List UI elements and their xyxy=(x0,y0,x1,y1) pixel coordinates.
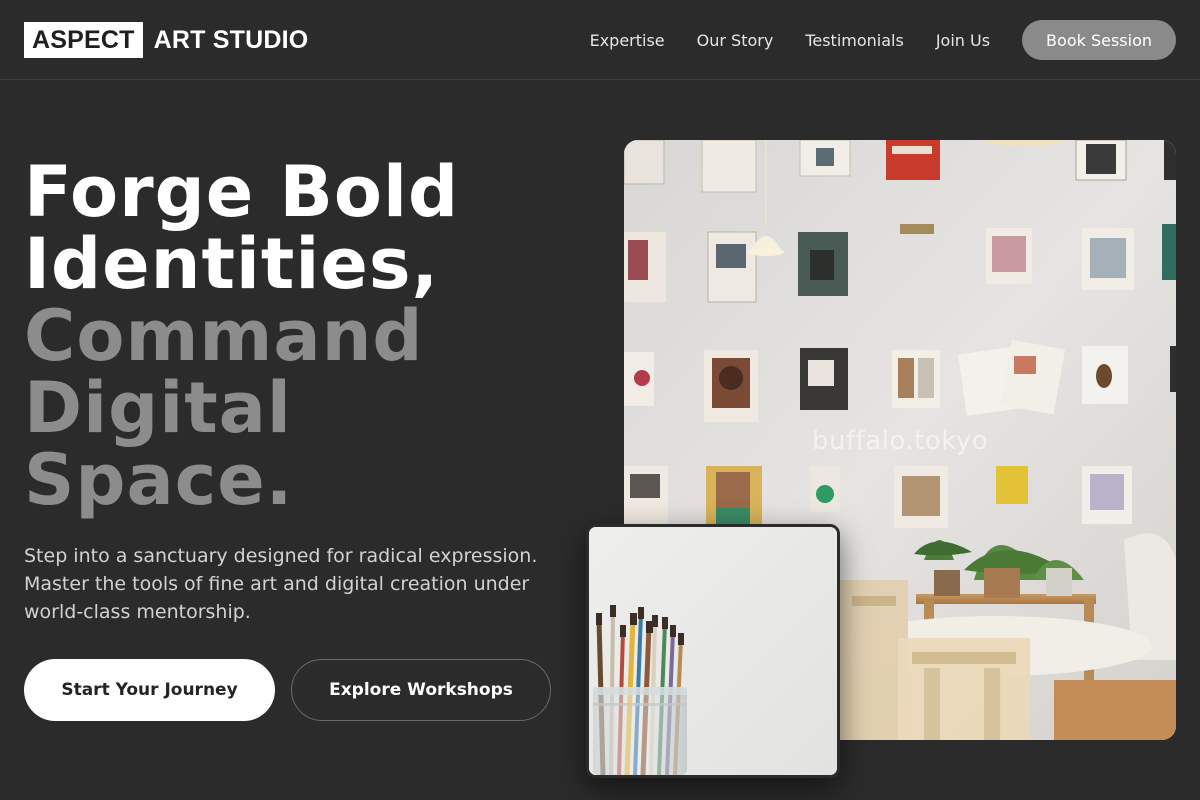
main-nav: Expertise Our Story Testimonials Join Us… xyxy=(590,20,1176,60)
nav-link-join-us[interactable]: Join Us xyxy=(936,31,990,50)
logo[interactable]: ASPECT ART STUDIO xyxy=(24,22,308,58)
brushes-jar-illustration xyxy=(589,527,837,775)
hero-title-line-muted: Digital xyxy=(24,367,292,449)
nav-link-testimonials[interactable]: Testimonials xyxy=(805,31,904,50)
logo-box: ASPECT xyxy=(24,22,143,58)
book-session-button[interactable]: Book Session xyxy=(1022,20,1176,60)
hero-title-line: Identities, xyxy=(24,223,440,305)
nav-link-expertise[interactable]: Expertise xyxy=(590,31,665,50)
brushes-jar-photo xyxy=(586,524,840,778)
explore-workshops-button[interactable]: Explore Workshops xyxy=(291,659,551,721)
start-journey-button[interactable]: Start Your Journey xyxy=(24,659,275,721)
hero-subtitle: Step into a sanctuary designed for radic… xyxy=(24,545,538,623)
hero-title: Forge Bold Identities, Command Digital S… xyxy=(24,156,459,516)
site-header: ASPECT ART STUDIO Expertise Our Story Te… xyxy=(0,0,1200,80)
hero-title-line-muted: Space. xyxy=(24,439,294,521)
hero-title-line: Forge Bold xyxy=(24,151,460,233)
hero-title-line-muted: Command xyxy=(24,295,424,377)
photo-watermark: buffalo.tokyo xyxy=(812,426,989,456)
logo-text: ART STUDIO xyxy=(153,25,309,54)
nav-link-our-story[interactable]: Our Story xyxy=(697,31,774,50)
